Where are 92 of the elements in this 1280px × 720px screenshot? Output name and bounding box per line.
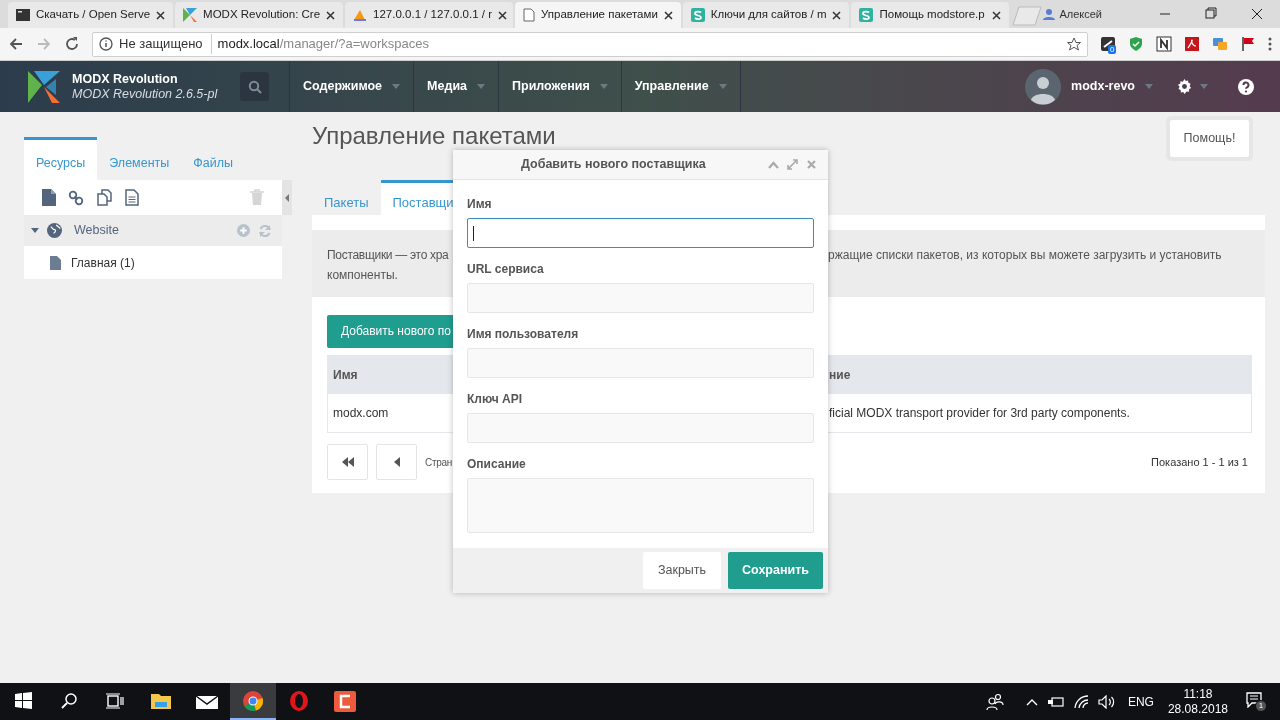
collapse-arrow-icon: [285, 193, 289, 202]
table-cell-text: modx.com: [332, 405, 390, 422]
page-icon: [523, 8, 536, 22]
previous-icon: [393, 457, 400, 467]
language-indicator[interactable]: ENG: [1127, 692, 1154, 711]
close-icon[interactable]: [992, 10, 1002, 20]
tree-row[interactable]: Главная (1): [24, 246, 282, 279]
notification-badge: 1: [1255, 699, 1267, 712]
caret-icon: [392, 84, 401, 89]
security-label: Не защищено: [119, 34, 212, 54]
collapse-handle[interactable]: [282, 180, 292, 215]
field-label: Ключ API: [467, 391, 523, 407]
tree-row[interactable]: Website: [24, 215, 282, 246]
volume-icon[interactable]: [1097, 694, 1116, 709]
globe-icon: [47, 223, 62, 238]
menu-icon[interactable]: [1268, 36, 1272, 52]
person-icon: [1043, 8, 1056, 20]
field-label: Имя пользователя: [467, 326, 579, 342]
n-letter-icon[interactable]: [1156, 36, 1172, 52]
star-icon[interactable]: [1067, 37, 1081, 51]
power-icon[interactable]: [1047, 695, 1064, 708]
field-label: Описание: [467, 456, 526, 472]
caret-icon: [1200, 84, 1208, 89]
copy-icon[interactable]: [96, 189, 113, 206]
address-bar[interactable]: Не защищено modx.local/manager/?a=workspaces: [92, 31, 1088, 57]
link-icon[interactable]: [68, 189, 84, 206]
settings-icon[interactable]: [1177, 79, 1192, 94]
search-button[interactable]: [240, 72, 269, 101]
close-icon[interactable]: [156, 10, 166, 20]
browser-tab[interactable]: Помощь modstore.p: [851, 2, 1010, 28]
page-title: Управление пакетами: [312, 125, 556, 147]
sail-icon: [353, 8, 368, 22]
pagination-summary: Показано 1 - 1 из 1: [1151, 454, 1249, 470]
profile-name[interactable]: Алексей: [1059, 5, 1102, 23]
shield-icon[interactable]: [1128, 36, 1144, 52]
browser-tab[interactable]: Скачать / Open Serve: [8, 2, 174, 28]
column-header: Имя: [332, 367, 359, 384]
extension-icon[interactable]: [1100, 36, 1116, 52]
caret-icon: [718, 84, 727, 89]
page-label: Стран: [425, 455, 452, 470]
s-letter-icon: [859, 8, 874, 22]
info-icon: [99, 37, 113, 51]
translate-icon[interactable]: [1212, 36, 1228, 52]
column-header: ние: [829, 367, 851, 384]
close-button[interactable]: Закрыть: [642, 552, 722, 589]
description-text: Поставщики — это хра: [327, 247, 450, 264]
first-page-button[interactable]: [327, 444, 368, 480]
description-text: компоненты.: [327, 267, 398, 284]
pdf-icon[interactable]: [1184, 36, 1200, 52]
document-icon[interactable]: [42, 189, 56, 206]
help-icon[interactable]: [1238, 78, 1254, 95]
version-label: MODX Revolution 2.6.5-pl: [72, 86, 219, 102]
wifi-icon[interactable]: [1073, 694, 1090, 709]
field-label: URL сервиса: [467, 261, 544, 277]
browser-tab[interactable]: Управление пакетами: [515, 2, 681, 28]
logo-icon: [183, 8, 198, 22]
people-icon[interactable]: [985, 692, 1004, 711]
text-document-icon[interactable]: [125, 189, 139, 206]
dialog-title: Добавить нового поставщика: [521, 156, 707, 174]
caret-icon: [1145, 84, 1153, 89]
first-page-icon: [341, 457, 354, 467]
caret-icon: [477, 84, 485, 89]
expand-arrow-icon[interactable]: [31, 228, 39, 233]
close-icon[interactable]: [663, 10, 673, 20]
avatar[interactable]: [1025, 68, 1062, 105]
input-field[interactable]: [467, 218, 814, 248]
reload-icon[interactable]: [64, 36, 80, 52]
user-menu[interactable]: modx-revo: [1071, 77, 1135, 96]
back-icon[interactable]: [8, 36, 24, 52]
badge: 0: [1108, 45, 1117, 54]
caret-icon: [599, 84, 608, 89]
chevron-up-icon[interactable]: [1025, 697, 1038, 706]
brand-name: MODX Revolution: [72, 71, 179, 87]
browser-tab[interactable]: MODX Revolution: Cre: [175, 2, 344, 28]
document-icon: [50, 255, 61, 270]
flag-icon[interactable]: [1240, 36, 1256, 52]
description-text: ржащие списки пакетов, из которых вы можете загрузить и установить: [828, 247, 1222, 264]
terminal-icon: [16, 8, 30, 22]
browser-tab[interactable]: Ключи для сайтов / m: [682, 2, 850, 28]
modx-logo-icon[interactable]: [26, 68, 62, 105]
field-label: Имя: [467, 196, 492, 212]
url-text: modx.local/manager/?a=workspaces: [217, 35, 429, 54]
s-letter-icon: [690, 8, 705, 22]
clock[interactable]: 11:18 28.08.2018: [1167, 686, 1228, 717]
table-cell-text: ficial MODX transport provider for 3rd party components.: [829, 405, 1130, 422]
browser-tab[interactable]: 127.0.0.1 / 127.0.0.1 / r: [345, 2, 514, 28]
notification-icon[interactable]: [1246, 691, 1262, 708]
close-icon[interactable]: [832, 10, 842, 20]
search-icon: [247, 79, 262, 94]
close-icon[interactable]: [326, 10, 336, 20]
close-icon[interactable]: [498, 10, 507, 20]
description-field[interactable]: [467, 478, 814, 533]
